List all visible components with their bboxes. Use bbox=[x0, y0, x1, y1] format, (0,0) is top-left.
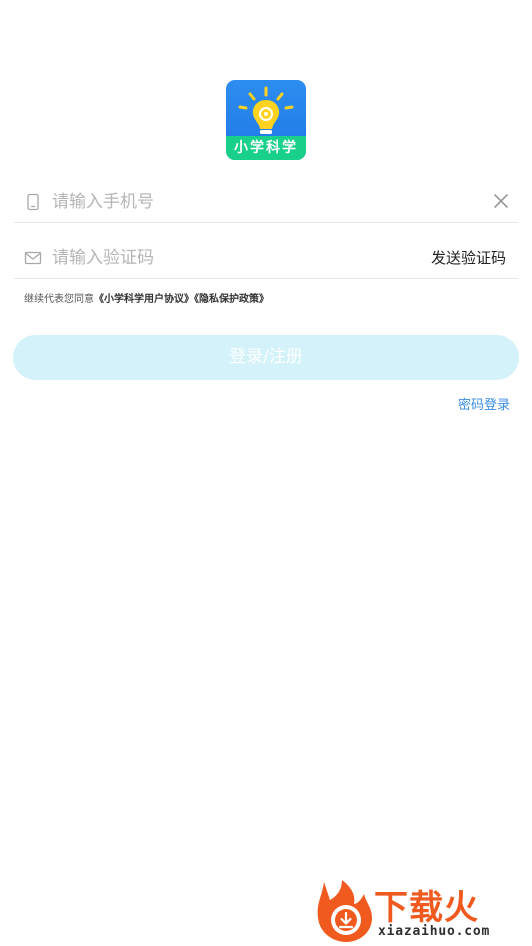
close-icon[interactable] bbox=[492, 192, 510, 210]
code-field-row: 发送验证码 bbox=[14, 238, 518, 279]
mail-icon bbox=[24, 251, 42, 265]
flame-download-icon bbox=[317, 880, 372, 942]
lightbulb-icon bbox=[238, 86, 294, 134]
agreement-prefix: 继续代表您同意 bbox=[24, 294, 94, 305]
phone-input[interactable] bbox=[52, 187, 412, 217]
verification-code-input[interactable] bbox=[52, 243, 412, 273]
phone-icon bbox=[27, 193, 39, 211]
watermark-domain: xiazaihuo.com bbox=[378, 924, 491, 939]
phone-field-row bbox=[14, 182, 518, 223]
password-login-link[interactable]: 密码登录 bbox=[458, 394, 510, 413]
send-code-button[interactable]: 发送验证码 bbox=[431, 247, 506, 268]
login-register-button[interactable]: 登录/注册 bbox=[13, 335, 519, 380]
watermark: 下载火 xiazaihuo.com bbox=[314, 878, 530, 944]
app-logo: 小学科学 bbox=[226, 80, 306, 160]
user-agreement-link[interactable]: 《小学科学用户协议》 bbox=[94, 294, 194, 305]
app-logo-text: 小学科学 bbox=[226, 136, 306, 160]
agreement-text: 继续代表您同意《小学科学用户协议》《隐私保护政策》 bbox=[24, 290, 269, 305]
privacy-policy-link[interactable]: 《隐私保护政策》 bbox=[194, 294, 269, 305]
watermark-brand: 下载火 bbox=[374, 888, 479, 928]
